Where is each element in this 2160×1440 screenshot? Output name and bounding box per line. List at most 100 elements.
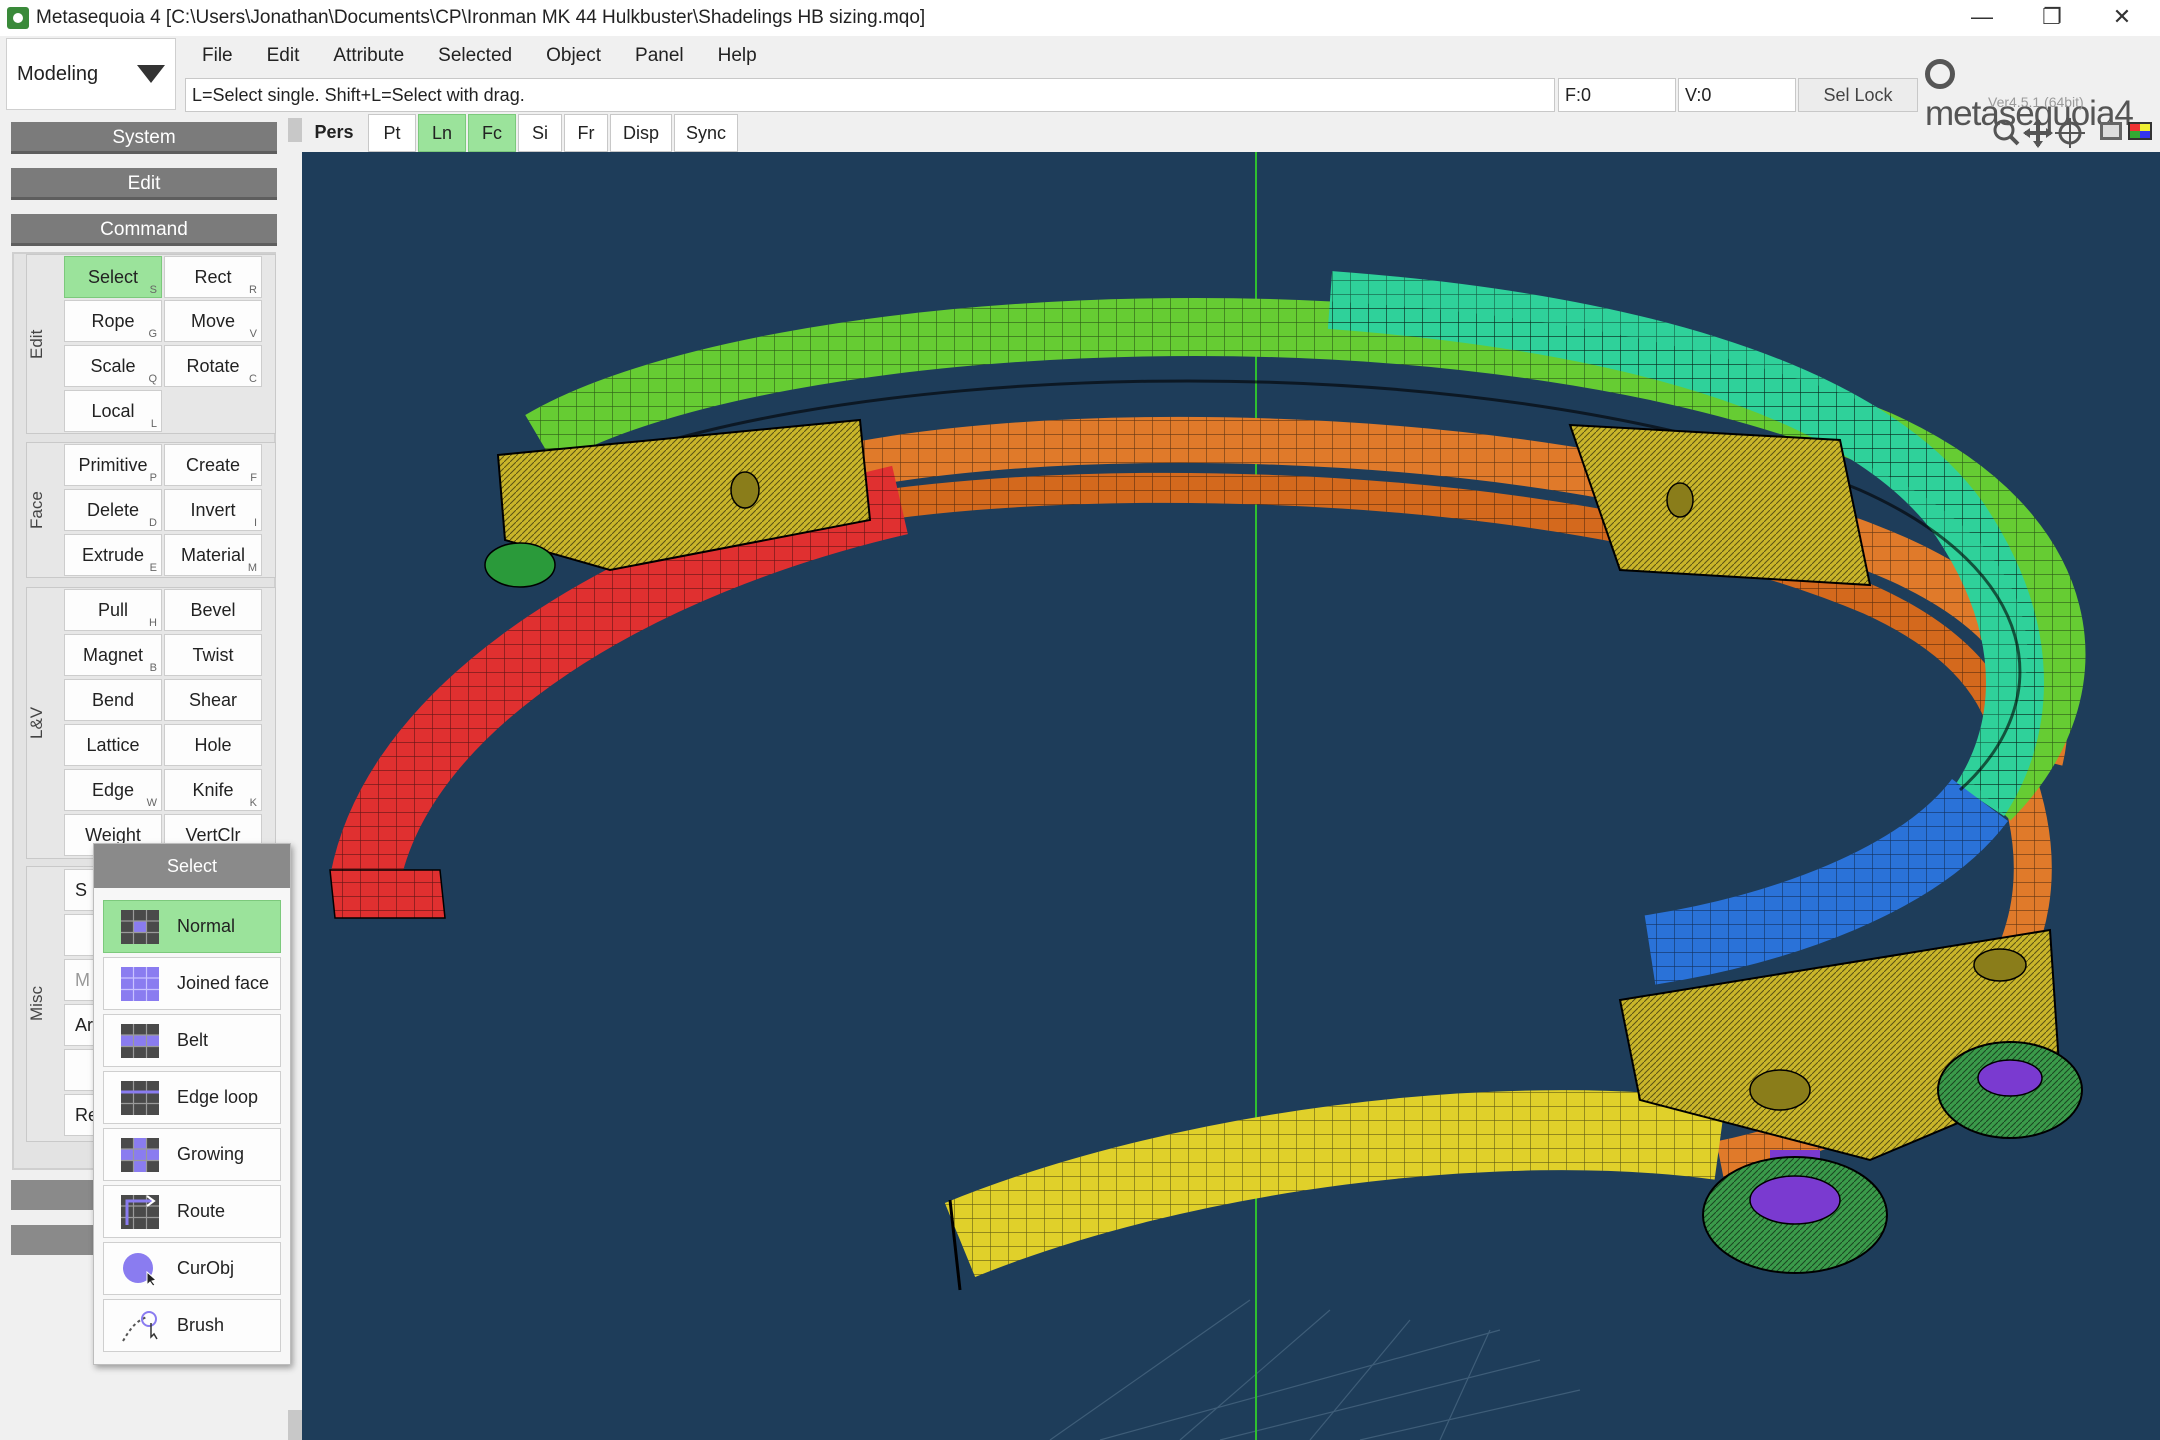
primitive-button[interactable]: Primitive P bbox=[64, 444, 162, 486]
zoom-icon[interactable] bbox=[1993, 119, 2020, 146]
bevel-button[interactable]: Bevel bbox=[164, 589, 262, 631]
hole-button[interactable]: Hole bbox=[164, 724, 262, 766]
scroll-up-button[interactable] bbox=[288, 118, 302, 142]
tab-pers[interactable]: Pers bbox=[302, 114, 366, 152]
twist-label: Twist bbox=[192, 645, 234, 665]
upper-ring bbox=[525, 271, 2086, 985]
window-title: Metasequoia 4 [C:\Users\Jonathan\Documen… bbox=[36, 7, 926, 28]
tab-ln[interactable]: Ln bbox=[418, 114, 466, 152]
popup-item-label: Growing bbox=[177, 1144, 245, 1164]
select-button[interactable]: Select S bbox=[64, 256, 162, 298]
material-button[interactable]: Material M bbox=[164, 534, 262, 576]
local-button[interactable]: Local L bbox=[64, 390, 162, 432]
close-button[interactable]: ✕ bbox=[2090, 0, 2154, 36]
shear-button[interactable]: Shear bbox=[164, 679, 262, 721]
rotate-view-icon[interactable] bbox=[2055, 118, 2085, 148]
hole-label: Hole bbox=[194, 735, 232, 755]
popup-item-label: Route bbox=[177, 1201, 226, 1221]
bend-label: Bend bbox=[91, 690, 135, 710]
shortcut-key: W bbox=[146, 797, 157, 809]
invert-label: Invert bbox=[190, 500, 236, 520]
scroll-down-button[interactable] bbox=[288, 1410, 302, 1440]
app-icon bbox=[7, 7, 29, 29]
tab-disp[interactable]: Disp bbox=[610, 114, 672, 152]
tab-pt[interactable]: Pt bbox=[368, 114, 416, 152]
select-mode-normal[interactable]: Normal bbox=[103, 900, 281, 953]
select-mode-growing[interactable]: Growing bbox=[103, 1128, 281, 1181]
magnet-button[interactable]: Magnet B bbox=[64, 634, 162, 676]
create-button[interactable]: Create F bbox=[164, 444, 262, 486]
command-section[interactable]: Command bbox=[11, 214, 277, 246]
mode-dropdown[interactable]: Modeling bbox=[6, 38, 176, 110]
shortcut-key: D bbox=[149, 517, 157, 529]
select-mode-route[interactable]: Route bbox=[103, 1185, 281, 1238]
extrude-button[interactable]: Extrude E bbox=[64, 534, 162, 576]
create-label: Create bbox=[185, 455, 241, 475]
menu-attribute[interactable]: Attribute bbox=[316, 38, 421, 74]
shortcut-key: G bbox=[148, 328, 157, 340]
menu-object[interactable]: Object bbox=[529, 38, 618, 74]
shear-label: Shear bbox=[188, 690, 238, 710]
delete-label: Delete bbox=[86, 500, 140, 520]
rotate-label: Rotate bbox=[186, 356, 240, 376]
edit-section[interactable]: Edit bbox=[11, 168, 277, 200]
local-label: Local bbox=[91, 401, 135, 421]
tab-sync[interactable]: Sync bbox=[674, 114, 738, 152]
popup-item-label: Edge loop bbox=[177, 1087, 259, 1107]
minimize-button[interactable]: — bbox=[1950, 0, 2014, 36]
popup-item-label: Joined face bbox=[177, 973, 270, 993]
maximize-button[interactable]: ❐ bbox=[2020, 0, 2084, 36]
rope-button[interactable]: Rope G bbox=[64, 300, 162, 342]
lv-group-label: L&V bbox=[27, 706, 46, 740]
rotate-button[interactable]: Rotate C bbox=[164, 345, 262, 387]
shortcut-key: E bbox=[149, 562, 157, 574]
tab-si[interactable]: Si bbox=[518, 114, 562, 152]
lattice-button[interactable]: Lattice bbox=[64, 724, 162, 766]
layout-icon[interactable] bbox=[2100, 122, 2122, 140]
menu-panel[interactable]: Panel bbox=[618, 38, 701, 74]
select-mode-joined-face[interactable]: Joined face bbox=[103, 957, 281, 1010]
misc-group-label: Misc bbox=[27, 986, 46, 1022]
shortcut-key: B bbox=[149, 662, 157, 674]
bevel-label: Bevel bbox=[190, 600, 236, 620]
edge-button[interactable]: Edge W bbox=[64, 769, 162, 811]
3d-viewport[interactable] bbox=[302, 152, 2160, 1440]
shortcut-key: L bbox=[150, 418, 157, 430]
tab-fc[interactable]: Fc bbox=[468, 114, 516, 152]
select-mode-brush[interactable]: Brush bbox=[103, 1299, 281, 1352]
move-button[interactable]: Move V bbox=[164, 300, 262, 342]
inner-ring-back bbox=[765, 417, 2068, 794]
pull-button[interactable]: Pull H bbox=[64, 589, 162, 631]
shortcut-key: H bbox=[149, 617, 157, 629]
twist-button[interactable]: Twist bbox=[164, 634, 262, 676]
rect-button[interactable]: Rect R bbox=[164, 256, 262, 298]
invert-button[interactable]: Invert I bbox=[164, 489, 262, 531]
shortcut-key: K bbox=[249, 797, 257, 809]
bend-button[interactable]: Bend bbox=[64, 679, 162, 721]
menu-selected[interactable]: Selected bbox=[421, 38, 529, 74]
version-label: Ver4.5.1 (64bit) bbox=[1988, 94, 2084, 110]
wheel-right bbox=[1937, 1041, 2083, 1139]
menu-help[interactable]: Help bbox=[701, 38, 774, 74]
scale-button[interactable]: Scale Q bbox=[64, 345, 162, 387]
menu-edit[interactable]: Edit bbox=[250, 38, 317, 74]
system-section[interactable]: System bbox=[11, 122, 277, 154]
mode-value: Modeling bbox=[17, 63, 99, 85]
yellow-ring-segment bbox=[944, 1090, 1726, 1291]
select-mode-belt[interactable]: Belt bbox=[103, 1014, 281, 1067]
knife-button[interactable]: Knife K bbox=[164, 769, 262, 811]
tab-fr[interactable]: Fr bbox=[564, 114, 608, 152]
popup-item-label: Belt bbox=[177, 1030, 209, 1050]
lattice-label: Lattice bbox=[86, 735, 140, 755]
sel-lock-button[interactable]: Sel Lock bbox=[1798, 78, 1918, 112]
brush-icon bbox=[122, 1311, 158, 1342]
delete-button[interactable]: Delete D bbox=[64, 489, 162, 531]
shortcut-key: I bbox=[253, 517, 257, 529]
select-mode-edge-loop[interactable]: Edge loop bbox=[103, 1071, 281, 1124]
menu-file[interactable]: File bbox=[185, 38, 250, 74]
select-mode-curobj[interactable]: CurObj bbox=[103, 1242, 281, 1295]
shortcut-key: F bbox=[250, 472, 257, 484]
move-label: Move bbox=[190, 311, 235, 331]
color-display-icon[interactable] bbox=[2128, 122, 2152, 140]
pan-icon[interactable] bbox=[2023, 118, 2053, 148]
